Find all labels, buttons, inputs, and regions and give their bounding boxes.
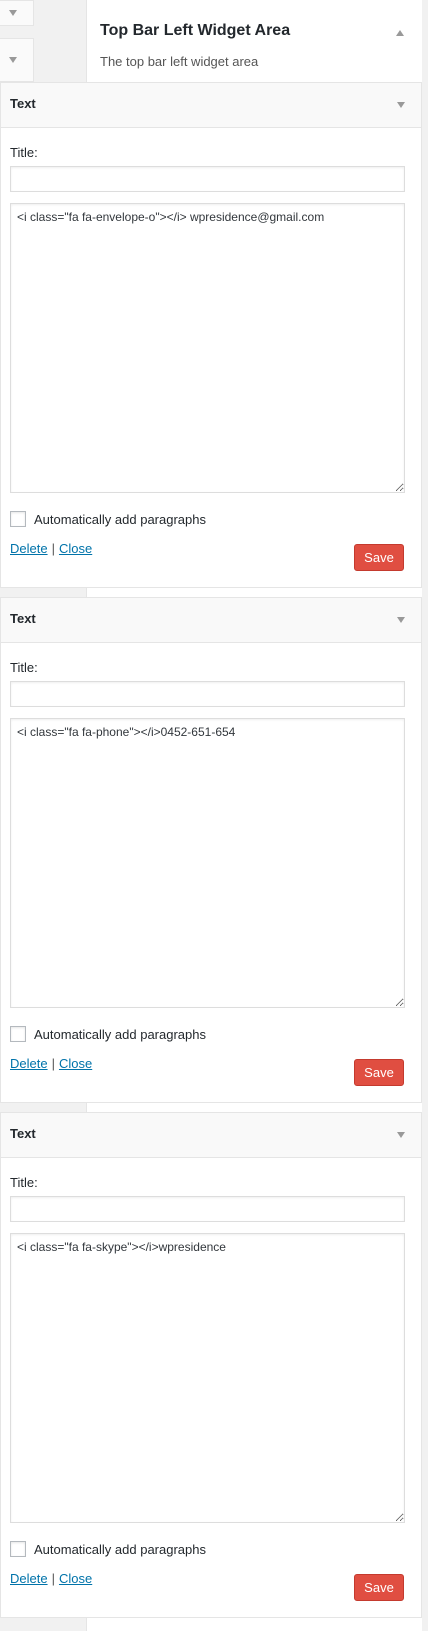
auto-paragraphs-checkbox[interactable] (10, 511, 26, 527)
save-button[interactable]: Save (354, 544, 404, 571)
chevron-down-icon (9, 57, 17, 63)
chevron-down-icon[interactable] (397, 102, 405, 108)
widget-area-description: The top bar left widget area (100, 54, 259, 69)
widget-title: Text (10, 1126, 36, 1141)
collapsed-widget-area-stub[interactable] (0, 38, 34, 82)
title-label: Title: (10, 1175, 38, 1190)
text-widget: Text Title: <i class="fa fa-phone"></i>0… (0, 597, 422, 1103)
close-link[interactable]: Close (59, 1056, 92, 1071)
separator: | (51, 1571, 55, 1586)
auto-paragraphs-label: Automatically add paragraphs (34, 511, 206, 527)
delete-link[interactable]: Delete (10, 1571, 48, 1586)
separator: | (51, 541, 55, 556)
title-input[interactable] (10, 166, 405, 192)
auto-paragraphs-row: Automatically add paragraphs (10, 1025, 206, 1043)
title-label: Title: (10, 660, 38, 675)
widget-area-header[interactable]: Top Bar Left Widget Area The top bar lef… (100, 0, 420, 86)
widget-actions: Delete | Close (10, 1056, 92, 1071)
widget-actions: Delete | Close (10, 1571, 92, 1586)
close-link[interactable]: Close (59, 541, 92, 556)
save-button[interactable]: Save (354, 1574, 404, 1601)
title-input[interactable] (10, 681, 405, 707)
widget-actions: Delete | Close (10, 541, 92, 556)
text-widget: Text Title: <i class="fa fa-envelope-o">… (0, 82, 422, 588)
auto-paragraphs-row: Automatically add paragraphs (10, 1540, 206, 1558)
title-label: Title: (10, 145, 38, 160)
auto-paragraphs-checkbox[interactable] (10, 1026, 26, 1042)
widget-title: Text (10, 611, 36, 626)
auto-paragraphs-label: Automatically add paragraphs (34, 1541, 206, 1557)
widget-header[interactable]: Text (1, 598, 421, 643)
separator: | (51, 1056, 55, 1071)
widget-area-title: Top Bar Left Widget Area (100, 22, 291, 39)
chevron-down-icon (9, 10, 17, 16)
delete-link[interactable]: Delete (10, 541, 48, 556)
widget-title: Text (10, 96, 36, 111)
chevron-down-icon[interactable] (397, 617, 405, 623)
chevron-down-icon[interactable] (397, 1132, 405, 1138)
chevron-up-icon[interactable] (396, 30, 404, 36)
delete-link[interactable]: Delete (10, 1056, 48, 1071)
auto-paragraphs-row: Automatically add paragraphs (10, 510, 206, 528)
widget-header[interactable]: Text (1, 83, 421, 128)
auto-paragraphs-label: Automatically add paragraphs (34, 1026, 206, 1042)
title-input[interactable] (10, 1196, 405, 1222)
content-textarea[interactable]: <i class="fa fa-phone"></i>0452-651-654 (10, 718, 405, 1008)
content-textarea[interactable]: <i class="fa fa-envelope-o"></i> wpresid… (10, 203, 405, 493)
close-link[interactable]: Close (59, 1571, 92, 1586)
widget-header[interactable]: Text (1, 1113, 421, 1158)
save-button[interactable]: Save (354, 1059, 404, 1086)
auto-paragraphs-checkbox[interactable] (10, 1541, 26, 1557)
content-textarea[interactable]: <i class="fa fa-skype"></i>wpresidence (10, 1233, 405, 1523)
collapsed-widget-area-stub[interactable] (0, 0, 34, 26)
text-widget: Text Title: <i class="fa fa-skype"></i>w… (0, 1112, 422, 1618)
